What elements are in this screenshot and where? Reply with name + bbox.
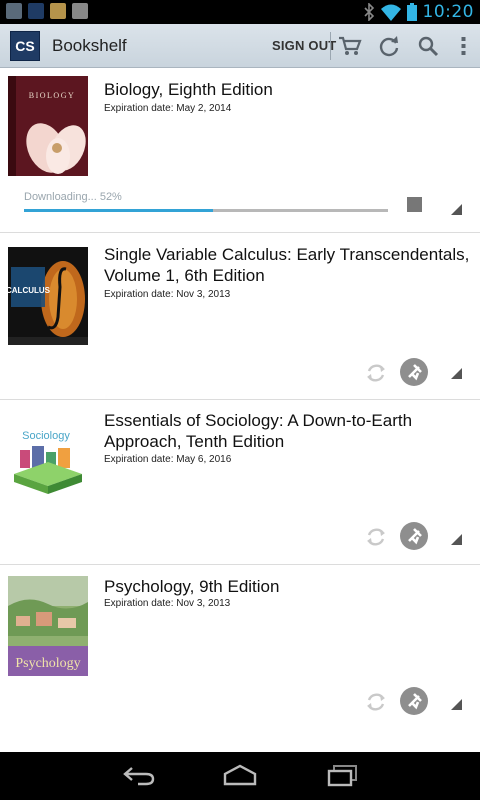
list-item[interactable]: Sociology Essentials of Sociology: A Dow… <box>0 400 480 563</box>
notification-icons <box>6 3 88 19</box>
sign-out-button[interactable]: SIGN OUT <box>272 38 336 53</box>
pin-icon <box>408 693 422 710</box>
action-divider <box>330 32 331 60</box>
item-menu-corner-icon[interactable] <box>451 699 462 710</box>
cs-app-icon <box>28 3 44 19</box>
list-item[interactable]: BIOLOGY Biology, Eighth Edition Expirati… <box>0 70 480 231</box>
expiration-date: Expiration date: May 6, 2016 <box>104 454 232 465</box>
cover-title: BIOLOGY <box>29 91 76 100</box>
battery-icon <box>406 3 417 21</box>
wifi-icon <box>380 4 401 21</box>
gmail-icon <box>72 3 88 19</box>
biology-cover-art: BIOLOGY <box>8 76 88 176</box>
expiration-date: Expiration date: Nov 3, 2013 <box>104 289 231 300</box>
item-menu-corner-icon[interactable] <box>451 204 462 215</box>
sync-icon[interactable] <box>364 690 388 714</box>
pin-button[interactable] <box>400 358 428 386</box>
app-logo[interactable]: CS <box>10 31 40 61</box>
sociology-cover-art: Sociology <box>8 410 88 510</box>
cover-title: Sociology <box>22 430 70 442</box>
download-status: Downloading... 52% <box>24 191 122 203</box>
pin-icon <box>408 528 422 545</box>
status-bar: 10:20 <box>0 0 480 24</box>
book-cover[interactable]: BIOLOGY <box>8 76 88 176</box>
calculus-cover-art: CALCULUS <box>8 247 88 345</box>
book-cover[interactable]: Sociology <box>8 410 88 510</box>
stop-download-button[interactable] <box>407 197 422 212</box>
book-title[interactable]: Single Variable Calculus: Early Transcen… <box>104 244 474 286</box>
book-title[interactable]: Psychology, 9th Edition <box>104 576 474 597</box>
clock: 10:20 <box>422 2 474 22</box>
cover-title: CALCULUS <box>8 286 51 295</box>
list-item[interactable]: Psychology Psychology, 9th Edition Expir… <box>0 565 480 752</box>
item-menu-corner-icon[interactable] <box>451 534 462 545</box>
refresh-icon[interactable] <box>377 34 401 58</box>
page-title: Bookshelf <box>52 36 127 55</box>
sync-icon[interactable] <box>364 525 388 549</box>
download-progress-bar <box>24 209 388 212</box>
action-bar: CS Bookshelf SIGN OUT <box>0 24 480 68</box>
back-icon[interactable] <box>122 764 156 788</box>
sync-icon[interactable] <box>364 361 388 385</box>
psychology-cover-art: Psychology <box>8 576 88 676</box>
expiration-date: Expiration date: May 2, 2014 <box>104 103 232 114</box>
download-progress-fill <box>24 209 214 212</box>
recent-apps-icon[interactable] <box>326 764 360 788</box>
pin-button[interactable] <box>400 687 428 715</box>
pin-icon <box>408 364 422 381</box>
home-icon[interactable] <box>222 764 258 788</box>
pin-button[interactable] <box>400 522 428 550</box>
picture-icon <box>6 3 22 19</box>
navigation-bar <box>0 752 480 800</box>
cart-icon[interactable] <box>338 34 362 58</box>
book-title[interactable]: Biology, Eighth Edition <box>104 79 474 100</box>
list-item[interactable]: CALCULUS Single Variable Calculus: Early… <box>0 233 480 398</box>
book-cover[interactable]: CALCULUS <box>8 247 88 345</box>
book-cover[interactable]: Psychology <box>8 576 88 676</box>
overflow-menu-icon[interactable] <box>452 34 476 58</box>
bluetooth-icon <box>363 3 374 21</box>
book-title[interactable]: Essentials of Sociology: A Down-to-Earth… <box>104 410 474 452</box>
item-menu-corner-icon[interactable] <box>451 368 462 379</box>
cover-title: Psychology <box>15 656 80 671</box>
search-icon[interactable] <box>416 34 440 58</box>
shop-icon <box>50 3 66 19</box>
expiration-date: Expiration date: Nov 3, 2013 <box>104 598 231 609</box>
